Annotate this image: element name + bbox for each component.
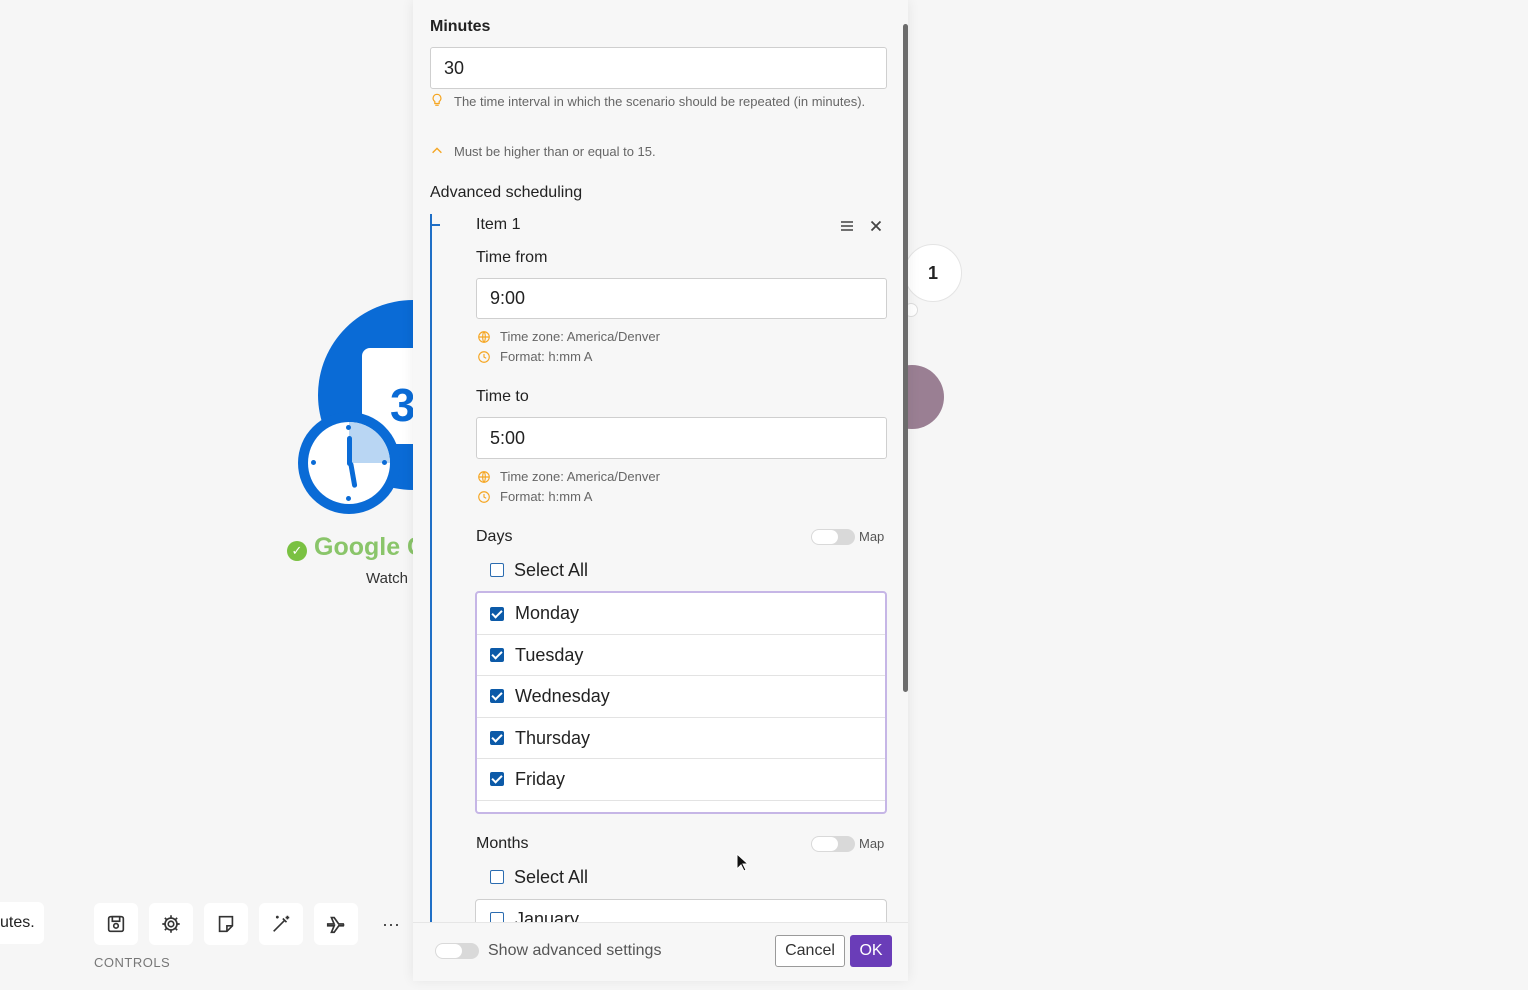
time-from-timezone: Time zone: America/Denver	[500, 329, 660, 344]
clock-icon	[298, 412, 400, 514]
months-map-toggle[interactable]	[811, 836, 855, 852]
day-label: Monday	[515, 603, 580, 623]
time-to-format: Format: h:mm A	[500, 489, 593, 504]
more-button[interactable]: ···	[369, 903, 413, 945]
day-checkbox[interactable]	[490, 648, 504, 662]
months-select-all-label[interactable]: Select All	[514, 867, 588, 888]
day-checkbox[interactable]	[490, 731, 504, 745]
days-select-all-checkbox[interactable]	[490, 563, 504, 577]
check-circle-icon: ✓	[287, 541, 307, 561]
day-checkbox[interactable]	[490, 689, 504, 703]
note-icon	[218, 915, 234, 933]
calendar-number: 3	[390, 379, 416, 431]
advanced-scheduling-label: Advanced scheduling	[430, 184, 583, 201]
gear-icon	[162, 915, 180, 933]
item-rail	[430, 214, 432, 934]
day-label: Friday	[515, 769, 566, 789]
ok-button[interactable]: OK	[850, 935, 892, 967]
lightbulb-icon	[430, 93, 444, 112]
time-to-label: Time to	[476, 388, 529, 405]
time-from-format: Format: h:mm A	[500, 349, 593, 364]
list-item[interactable]: Thursday	[477, 717, 885, 759]
day-checkbox[interactable]	[490, 772, 504, 786]
globe-icon	[477, 330, 491, 349]
time-to-input[interactable]: 5:00	[476, 417, 887, 459]
minutes-hint: The time interval in which the scenario …	[454, 94, 866, 109]
days-map-toggle[interactable]	[811, 529, 855, 545]
months-label: Months	[476, 835, 529, 852]
node-badge[interactable]: 1	[904, 244, 962, 302]
chevron-up-icon	[430, 144, 444, 163]
airplane-icon	[326, 916, 345, 934]
explain-flow-button[interactable]	[314, 903, 358, 945]
minutes-label: Minutes	[430, 18, 491, 35]
time-from-input[interactable]: 9:00	[476, 278, 887, 319]
toast-message: utes.	[0, 902, 44, 944]
more-icon: ···	[382, 913, 400, 934]
notes-button[interactable]	[204, 903, 248, 945]
save-button[interactable]	[94, 903, 138, 945]
advanced-settings-label[interactable]: Show advanced settings	[488, 942, 661, 960]
remove-item-icon[interactable]	[866, 216, 886, 236]
days-list: Monday Tuesday Wednesday Thursday Friday	[475, 591, 887, 814]
time-to-timezone: Time zone: America/Denver	[500, 469, 660, 484]
day-label: Tuesday	[515, 645, 584, 665]
clock-small-icon	[477, 490, 491, 509]
save-icon	[107, 915, 125, 933]
clock-small-icon	[477, 350, 491, 369]
days-map-label: Map	[859, 529, 885, 544]
globe-icon	[477, 470, 491, 489]
day-label: Wednesday	[515, 686, 610, 706]
days-label: Days	[476, 528, 513, 545]
magic-wand-icon	[273, 915, 290, 932]
list-item[interactable]: Friday	[477, 759, 885, 801]
advanced-settings-toggle[interactable]	[435, 943, 479, 959]
mouse-cursor-icon	[736, 852, 750, 878]
list-item[interactable]: Monday	[477, 593, 885, 635]
dialog-scrollbar[interactable]	[903, 24, 908, 692]
settings-button[interactable]	[149, 903, 193, 945]
collapse-item-toggle[interactable]	[432, 224, 440, 226]
controls-label: CONTROLS	[94, 955, 171, 970]
days-select-all-label[interactable]: Select All	[514, 560, 588, 581]
cancel-button[interactable]: Cancel	[775, 935, 845, 967]
list-item[interactable]: Tuesday	[477, 634, 885, 676]
day-checkbox[interactable]	[490, 607, 504, 621]
day-label: Thursday	[515, 728, 591, 748]
module-title[interactable]: Google C	[314, 533, 425, 562]
minutes-input[interactable]: 30	[430, 47, 887, 89]
auto-align-button[interactable]	[259, 903, 303, 945]
module-subtitle: Watch	[366, 570, 408, 587]
months-map-label: Map	[859, 836, 885, 851]
months-select-all-checkbox[interactable]	[490, 870, 504, 884]
drag-handle-icon[interactable]	[837, 216, 857, 236]
minutes-warning: Must be higher than or equal to 15.	[454, 144, 656, 159]
item-title: Item 1	[476, 216, 521, 233]
list-item[interactable]: Wednesday	[477, 676, 885, 718]
time-from-label: Time from	[476, 249, 548, 266]
